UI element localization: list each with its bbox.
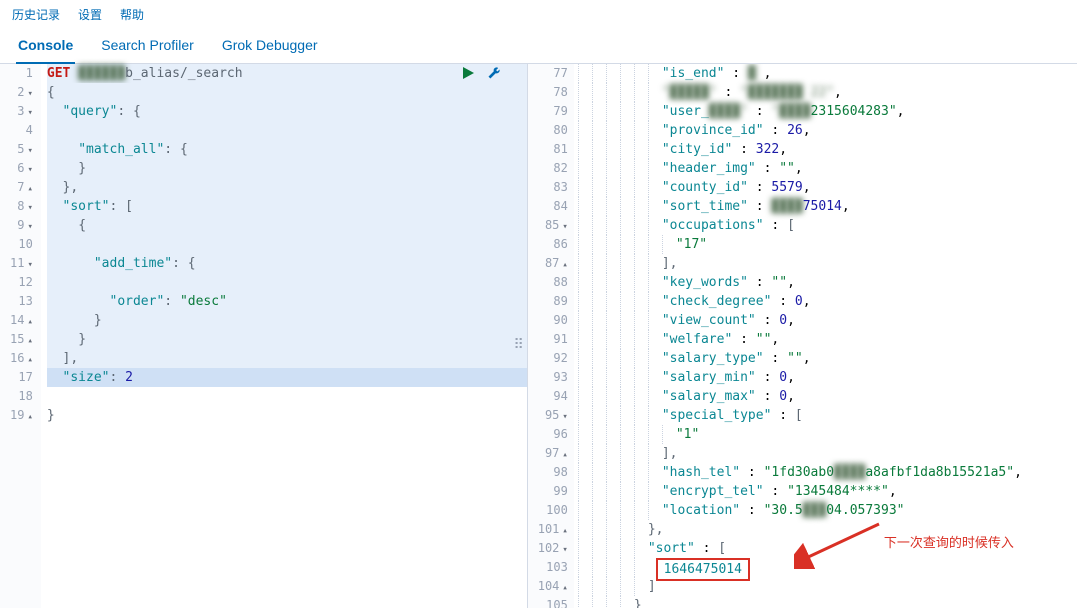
tab-console[interactable]: Console xyxy=(16,37,75,63)
request-editor[interactable]: GET ██████b_alias/_search { "query": { "… xyxy=(41,64,527,608)
annotation-arrow-icon xyxy=(794,519,884,569)
highlighted-sort-value: 1646475014 xyxy=(656,558,750,581)
right-gutter: 77 78 79 80 81 82 83 84 85▾ 86 87▴ 88 89… xyxy=(528,64,574,608)
top-menu: 历史记录 设置 帮助 xyxy=(0,0,1077,27)
wrench-icon[interactable] xyxy=(487,66,501,86)
menu-help[interactable]: 帮助 xyxy=(120,6,144,23)
tab-search-profiler[interactable]: Search Profiler xyxy=(99,37,196,63)
response-panel: 77 78 79 80 81 82 83 84 85▾ 86 87▴ 88 89… xyxy=(528,64,1077,608)
menu-settings[interactable]: 设置 xyxy=(78,6,102,23)
panels: 1 2▾ 3▾ 4 5▾ 6▾ 7▴ 8▾ 9▾ 10 11▾ 12 13 14… xyxy=(0,64,1077,608)
request-panel: 1 2▾ 3▾ 4 5▾ 6▾ 7▴ 8▾ 9▾ 10 11▾ 12 13 14… xyxy=(0,64,528,608)
play-icon[interactable] xyxy=(461,66,475,86)
drag-handle-icon[interactable]: ⠿ xyxy=(513,336,524,355)
response-viewer[interactable]: "is_end" : █ , "█████" : "███████ 22", "… xyxy=(574,64,1077,608)
menu-history[interactable]: 历史记录 xyxy=(12,6,60,23)
tab-grok-debugger[interactable]: Grok Debugger xyxy=(220,37,320,63)
left-gutter: 1 2▾ 3▾ 4 5▾ 6▾ 7▴ 8▾ 9▾ 10 11▾ 12 13 14… xyxy=(0,64,41,608)
tabs: Console Search Profiler Grok Debugger xyxy=(0,27,1077,64)
annotation-text: 下一次查询的时候传入 xyxy=(884,534,1014,553)
request-line-1: GET ██████b_alias/_search xyxy=(47,64,527,83)
